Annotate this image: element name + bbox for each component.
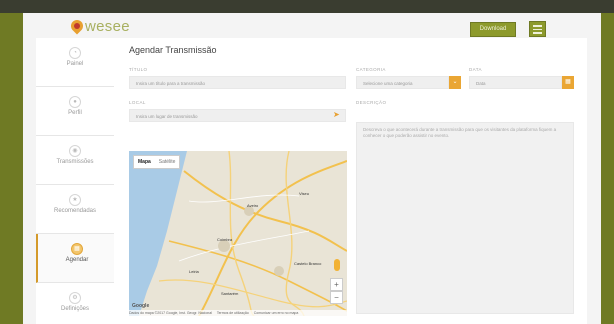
location-arrow-icon[interactable]: ➤ <box>333 110 340 119</box>
calendar-icon[interactable]: ▦ <box>562 76 574 89</box>
star-icon: ★ <box>69 194 81 206</box>
sidebar-item-label: Painel <box>66 61 84 67</box>
main-content: Agendar Transmissão TÍTULO Insira um tít… <box>114 38 587 324</box>
sidebar-item-recomendadas[interactable]: ★ Recomendadas <box>36 185 114 234</box>
map-label: Coimbra <box>217 237 233 242</box>
logo[interactable]: wesee <box>85 18 130 35</box>
user-icon: ● <box>69 96 81 108</box>
data-input[interactable]: Data <box>469 76 562 89</box>
titulo-input[interactable]: Insira um título para a transmissão <box>129 76 346 89</box>
categoria-select[interactable]: Selecione uma categoria <box>356 76 449 89</box>
map-label: Leiria <box>189 269 199 274</box>
header: wesee Download <box>23 13 601 38</box>
sidebar-item-label: Recomendadas <box>53 208 97 214</box>
settings-icon: ⚙ <box>69 292 81 304</box>
local-label: LOCAL <box>129 100 146 105</box>
map[interactable]: Mapa Satélite Aveiro Viseu Coimbra Leiria… <box>129 151 347 316</box>
sidebar-item-label: Definições <box>60 306 89 312</box>
map-label: Castelo Branco <box>294 261 322 266</box>
map-tab[interactable]: Mapa <box>134 156 155 168</box>
download-button[interactable]: Download <box>470 22 516 37</box>
sidebar-item-transmissoes[interactable]: ◉ Transmissões <box>36 136 114 185</box>
map-label: Viseu <box>299 191 309 196</box>
map-footer: Dados do mapa ©2017 Google, Inst. Geogr.… <box>129 310 347 316</box>
zoom-out-button[interactable]: − <box>330 291 343 304</box>
chevron-down-icon[interactable]: ⌄ <box>449 76 461 89</box>
sidebar-item-label: Agendar <box>65 257 89 263</box>
categoria-label: CATEGORIA <box>356 67 386 72</box>
google-logo: Google <box>132 303 150 309</box>
descricao-textarea[interactable]: Descreva o que acontecerá durante a tran… <box>356 122 574 314</box>
sidebar-item-perfil[interactable]: ● Perfil <box>36 87 114 136</box>
calendar-icon: ▦ <box>71 243 83 255</box>
data-label: DATA <box>469 67 482 72</box>
sidebar-item-painel[interactable]: ◔ Painel <box>36 38 114 87</box>
terms-link[interactable]: Termos de utilização <box>217 311 249 315</box>
app-window: wesee Download ◔ Painel ● Perfil ◉ Trans… <box>23 13 601 324</box>
satellite-tab[interactable]: Satélite <box>155 156 180 168</box>
sidebar-item-label: Perfil <box>68 110 82 116</box>
local-input[interactable]: Insira um lugar de transmissão <box>129 109 346 122</box>
report-error-link[interactable]: Comunicar um erro no mapa <box>254 311 299 315</box>
sidebar-item-label: Transmissões <box>56 159 94 165</box>
window-top-strip <box>0 0 614 13</box>
map-type-toggle: Mapa Satélite <box>133 155 181 169</box>
titulo-label: TÍTULO <box>129 67 148 72</box>
broadcast-icon: ◉ <box>69 145 81 157</box>
map-attribution: Dados do mapa ©2017 Google, Inst. Geogr.… <box>129 311 212 315</box>
page-title: Agendar Transmissão <box>129 45 217 55</box>
sidebar: ◔ Painel ● Perfil ◉ Transmissões ★ Recom… <box>36 38 116 324</box>
sidebar-item-definicoes[interactable]: ⚙ Definições <box>36 283 114 324</box>
map-label: Santarém <box>221 291 239 296</box>
zoom-in-button[interactable]: + <box>330 278 343 291</box>
pegman-icon[interactable] <box>334 259 340 271</box>
sidebar-item-agendar[interactable]: ▦ Agendar <box>36 234 116 283</box>
hamburger-icon[interactable] <box>529 21 546 37</box>
dashboard-icon: ◔ <box>69 47 81 59</box>
descricao-label: DESCRIÇÃO <box>356 100 387 105</box>
map-label: Aveiro <box>247 203 259 208</box>
logo-pin-icon <box>68 17 86 35</box>
